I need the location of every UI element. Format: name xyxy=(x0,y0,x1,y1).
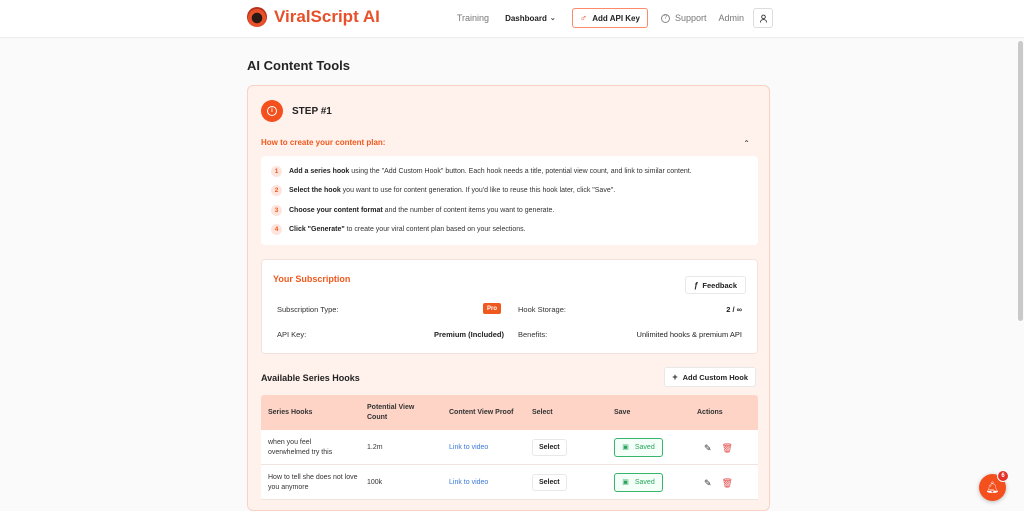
subscription-card: Your Subscription ƒ Feedback Subscriptio… xyxy=(261,259,758,354)
chevron-down-icon: ⌄ xyxy=(549,15,556,22)
col-content-view-proof: Content View Proof xyxy=(449,408,514,416)
feedback-button[interactable]: ƒ Feedback xyxy=(684,276,746,294)
view-count: 100k xyxy=(367,478,383,486)
instruction-item: 2 Select the hook you want to use for co… xyxy=(271,185,615,196)
saved-label: Saved xyxy=(634,478,655,486)
instruction-bold: Select the hook xyxy=(289,187,341,194)
edit-icon[interactable]: ✎ xyxy=(704,443,712,453)
user-menu-button[interactable] xyxy=(753,8,773,28)
instruction-item: 1 Add a series hook using the "Add Custo… xyxy=(271,166,692,177)
feedback-label: Feedback xyxy=(702,280,737,290)
brand-eye-icon xyxy=(247,7,267,27)
nav-training-link[interactable]: Training xyxy=(457,13,489,23)
add-custom-hook-button[interactable]: + Add Custom Hook xyxy=(664,367,756,387)
saved-button[interactable]: ▣ Saved xyxy=(614,438,663,457)
col-potential-view-count: Potential View Count xyxy=(367,403,415,421)
notification-count-badge: 6 xyxy=(997,470,1009,482)
nav-links: Training Dashboard ⌄ ♂ Add API Key ? Sup… xyxy=(457,8,773,28)
support-link[interactable]: ? Support xyxy=(660,13,707,23)
hooks-table: Series Hooks Potential View Count Conten… xyxy=(261,395,758,500)
top-navbar: ViralScript AI Training Dashboard ⌄ ♂ Ad… xyxy=(0,0,1024,38)
nav-dashboard-dropdown[interactable]: Dashboard ⌄ xyxy=(505,14,556,23)
col-save: Save xyxy=(614,408,631,416)
hook-storage-value: 2 / ∞ xyxy=(726,305,742,314)
save-disk-icon: ▣ xyxy=(622,478,629,486)
table-row: when you feel overwhelmed try this 1.2m … xyxy=(261,430,758,465)
instruction-text: you want to use for content generation. … xyxy=(340,187,616,194)
edit-icon[interactable]: ✎ xyxy=(704,478,712,488)
chevron-up-icon[interactable]: ⌃ xyxy=(743,139,750,148)
instructions-list: 1 Add a series hook using the "Add Custo… xyxy=(261,156,758,245)
scrollbar-thumb[interactable] xyxy=(1018,41,1023,321)
instruction-bold: Click "Generate" xyxy=(289,226,345,233)
step-number: 3 xyxy=(271,205,282,216)
instruction-text: using the "Add Custom Hook" button. Each… xyxy=(349,168,692,175)
api-key-value: Premium (Included) xyxy=(434,330,505,339)
brand-logo[interactable]: ViralScript AI xyxy=(247,7,380,27)
col-select: Select xyxy=(532,408,553,416)
step-header: i STEP #1 xyxy=(261,100,332,122)
user-icon xyxy=(759,14,767,23)
feather-icon: ƒ xyxy=(693,280,699,290)
instruction-text: and the number of content items you want… xyxy=(382,207,555,214)
howto-title[interactable]: How to create your content plan: xyxy=(261,138,385,147)
step-title: STEP #1 xyxy=(292,105,332,117)
instruction-text: to create your viral content plan based … xyxy=(344,226,526,233)
table-header: Series Hooks Potential View Count Conten… xyxy=(261,395,758,430)
col-series-hooks: Series Hooks xyxy=(268,408,313,416)
help-circle-icon: ? xyxy=(660,13,670,23)
saved-label: Saved xyxy=(634,443,655,451)
notifications-button[interactable]: 🔔︎ 6 xyxy=(979,470,1009,501)
subscription-type-label: Subscription Type: xyxy=(277,305,339,314)
step-number: 1 xyxy=(271,166,282,177)
trash-icon[interactable]: 🗑 xyxy=(722,443,733,453)
select-button[interactable]: Select xyxy=(532,474,567,491)
info-icon: i xyxy=(267,106,277,116)
subscription-title: Your Subscription xyxy=(273,274,351,284)
plus-icon: + xyxy=(672,372,678,382)
step-number: 2 xyxy=(271,185,282,196)
view-count: 1.2m xyxy=(367,443,383,451)
support-label: Support xyxy=(674,13,707,23)
instruction-bold: Add a series hook xyxy=(289,168,350,175)
instruction-item: 3 Choose your content format and the num… xyxy=(271,205,554,216)
page-title: AI Content Tools xyxy=(247,58,351,73)
proof-link[interactable]: Link to video xyxy=(449,430,488,465)
step-badge: i xyxy=(261,100,283,122)
col-actions: Actions xyxy=(697,408,723,416)
instruction-item: 4 Click "Generate" to create your viral … xyxy=(271,224,526,235)
save-disk-icon: ▣ xyxy=(622,443,629,451)
benefits-label: Benefits: xyxy=(518,330,548,339)
add-api-key-label: Add API Key xyxy=(592,13,640,23)
brand-name: ViralScript AI xyxy=(274,7,380,26)
saved-button[interactable]: ▣ Saved xyxy=(614,473,663,492)
plan-badge: Pro xyxy=(483,303,502,314)
benefits-value: Unlimited hooks & premium API xyxy=(636,330,742,339)
table-row: How to tell she does not love you anymor… xyxy=(261,465,758,500)
hook-title: How to tell she does not love you anymor… xyxy=(268,473,358,491)
step-card: i STEP #1 How to create your content pla… xyxy=(247,85,770,511)
bell-icon: 🔔︎ xyxy=(985,482,1000,494)
admin-link[interactable]: Admin xyxy=(718,13,744,23)
instruction-bold: Choose your content format xyxy=(289,207,383,214)
add-custom-hook-label: Add Custom Hook xyxy=(682,372,748,382)
hook-storage-label: Hook Storage: xyxy=(518,305,566,314)
hook-title: when you feel overwhelmed try this xyxy=(268,438,333,456)
hooks-section-title: Available Series Hooks xyxy=(261,373,360,383)
step-number: 4 xyxy=(271,224,282,235)
nav-dashboard-label: Dashboard xyxy=(505,13,547,23)
trash-icon[interactable]: 🗑 xyxy=(722,478,733,488)
select-button[interactable]: Select xyxy=(532,439,567,456)
api-key-label: API Key: xyxy=(277,330,307,339)
add-api-key-button[interactable]: ♂ Add API Key xyxy=(571,8,648,28)
key-icon: ♂ xyxy=(579,12,588,24)
proof-link[interactable]: Link to video xyxy=(449,465,488,500)
